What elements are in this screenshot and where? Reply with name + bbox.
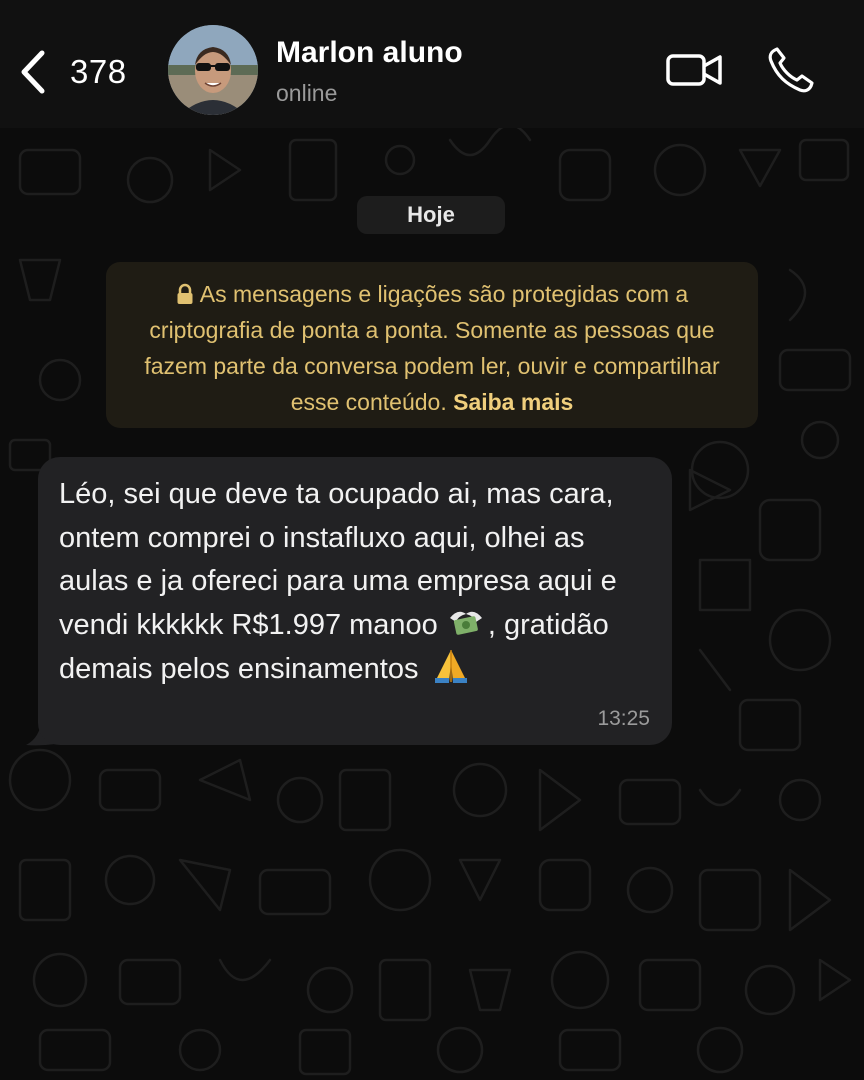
chevron-left-icon (21, 50, 45, 94)
message-timestamp: 13:25 (597, 707, 650, 730)
date-separator: Hoje (357, 196, 505, 234)
avatar[interactable] (168, 25, 258, 115)
contact-status: online (276, 80, 338, 106)
contact-name[interactable]: Marlon aluno (276, 36, 463, 70)
unread-count: 378 (70, 53, 127, 90)
incoming-message-bubble[interactable]: Léo, sei que deve ta ocupado ai, mas car… (38, 457, 672, 745)
lock-icon (177, 283, 193, 304)
money-with-wings-icon (449, 611, 482, 635)
message-text: Léo, sei que deve ta ocupado ai, mas car… (59, 473, 652, 692)
video-camera-icon[interactable] (664, 50, 724, 90)
back-button[interactable]: 378 (18, 46, 138, 98)
encryption-notice[interactable]: As mensagens e ligações são protegidas c… (106, 262, 758, 428)
learn-more-link[interactable]: Saiba mais (453, 389, 573, 415)
chat-header: 378 Marlon aluno online (0, 0, 864, 128)
phone-icon[interactable] (766, 46, 816, 94)
encryption-notice-text: As mensagens e ligações são protegidas c… (144, 281, 720, 415)
folded-hands-icon (434, 649, 467, 683)
avatar-photo (168, 25, 258, 115)
